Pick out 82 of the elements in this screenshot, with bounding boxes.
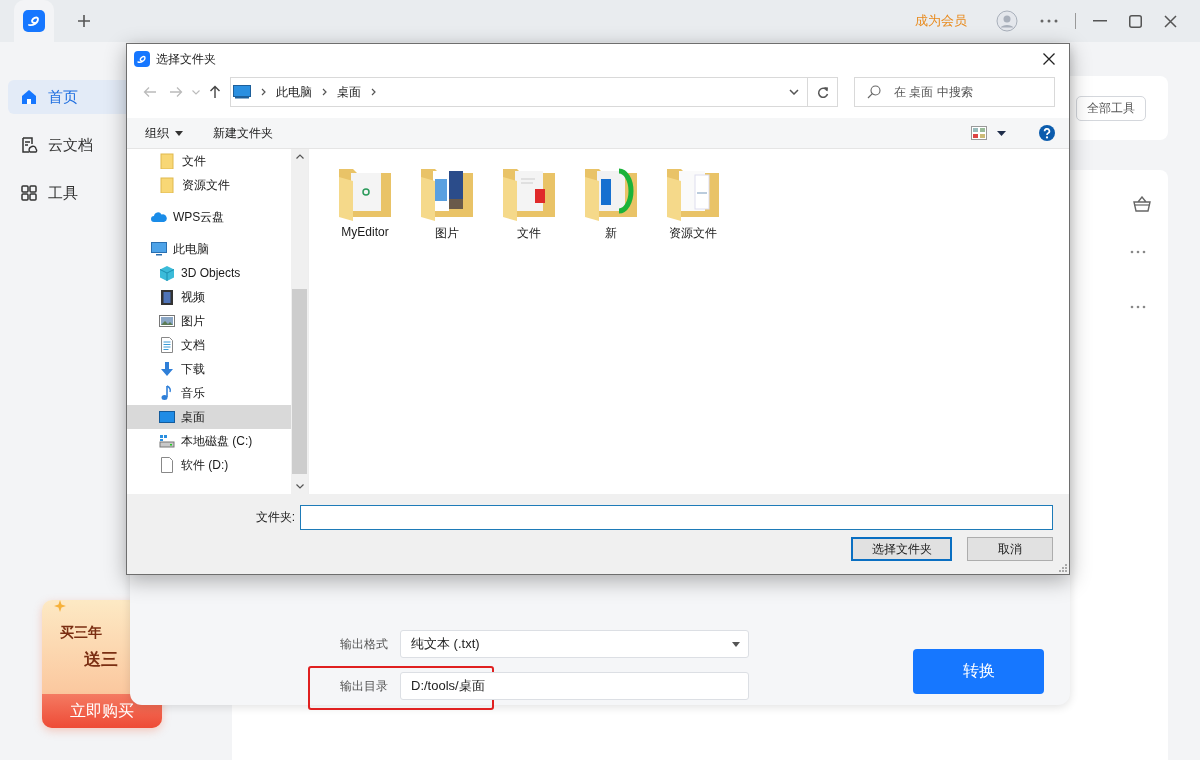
cloud-icon xyxy=(151,209,167,225)
chevron-right-icon xyxy=(322,88,327,96)
nav-tree-item[interactable]: 桌面 xyxy=(127,405,291,429)
minimize-icon[interactable] xyxy=(1093,20,1107,22)
dropdown-caret-icon[interactable] xyxy=(997,130,1006,136)
select-folder-button[interactable]: 选择文件夹 xyxy=(851,537,952,561)
dialog-title: 选择文件夹 xyxy=(156,50,216,68)
document-icon xyxy=(159,337,175,353)
output-path-field[interactable]: D:/tools/桌面 xyxy=(400,672,749,700)
resize-grip-icon xyxy=(1059,564,1067,572)
field-label: 输出目录 xyxy=(339,677,388,695)
field-label: 输出格式 xyxy=(339,635,388,653)
folder-label: 文件夹: xyxy=(254,509,295,526)
all-tools-button[interactable]: 全部工具 xyxy=(1076,95,1146,121)
nav-tree-item[interactable]: 软件 (D:) xyxy=(127,453,291,477)
close-icon[interactable] xyxy=(1043,53,1055,65)
folder-icon xyxy=(160,153,176,169)
monitor-icon xyxy=(159,409,175,425)
promo-text: 送三 xyxy=(84,649,119,671)
chevron-right-icon xyxy=(261,88,266,96)
address-bar[interactable]: 此电脑 桌面 xyxy=(230,77,808,107)
dropdown-caret-icon xyxy=(175,130,183,136)
view-options-icon[interactable] xyxy=(971,126,987,140)
up-arrow-icon[interactable] xyxy=(209,85,221,99)
folder-item[interactable]: 新 xyxy=(580,163,642,242)
scroll-up-icon xyxy=(295,154,304,159)
cube-icon xyxy=(159,265,175,281)
cloud-document-icon xyxy=(20,136,38,154)
chevron-right-icon xyxy=(371,88,376,96)
refresh-button[interactable] xyxy=(808,77,838,107)
nav-tree-item[interactable]: 文件 xyxy=(127,149,291,173)
more-icon[interactable] xyxy=(1130,250,1146,254)
picture-icon xyxy=(159,313,175,329)
folder-item[interactable]: 图片 xyxy=(416,163,478,242)
scrollbar[interactable] xyxy=(291,149,308,494)
monitor-icon xyxy=(233,85,251,99)
blank-page-icon xyxy=(159,457,175,473)
breadcrumb-item[interactable]: 桌面 xyxy=(337,83,361,101)
new-folder-button[interactable]: 新建文件夹 xyxy=(207,124,279,142)
nav-tree-item[interactable]: 下载 xyxy=(127,357,291,381)
nav-tree-item[interactable]: 此电脑 xyxy=(127,237,291,261)
app-tab[interactable] xyxy=(14,0,54,42)
organize-menu[interactable]: 组织 xyxy=(139,124,189,142)
film-icon xyxy=(159,289,175,305)
nav-tree-item[interactable]: 图片 xyxy=(127,309,291,333)
search-icon xyxy=(867,85,881,99)
promo-text: 买三年 xyxy=(60,624,103,642)
scroll-down-icon xyxy=(295,484,304,489)
sparkle-icon xyxy=(54,600,66,612)
nav-tree-item[interactable]: 视频 xyxy=(127,285,291,309)
folder-name-field[interactable] xyxy=(300,505,1053,530)
folder-icon xyxy=(160,177,176,193)
more-icon[interactable] xyxy=(1130,305,1146,309)
nav-tree-item[interactable]: 本地磁盘 (C:) xyxy=(127,429,291,453)
refresh-icon xyxy=(816,85,829,99)
drive-icon xyxy=(159,433,175,449)
help-icon[interactable] xyxy=(1039,125,1055,141)
folder-item[interactable]: MyEditor xyxy=(334,163,396,239)
app-logo-icon xyxy=(134,51,150,67)
dropdown-caret-icon xyxy=(732,641,740,647)
basket-icon[interactable] xyxy=(1133,196,1151,212)
monitor-icon xyxy=(151,241,167,257)
folder-item[interactable]: 文件 xyxy=(498,163,560,242)
chevron-down-icon[interactable] xyxy=(789,89,799,95)
home-icon xyxy=(20,88,38,106)
breadcrumb-item[interactable]: 此电脑 xyxy=(276,83,312,101)
app-logo-icon xyxy=(23,10,45,32)
down-arrow-icon xyxy=(159,361,175,377)
maximize-icon[interactable] xyxy=(1129,14,1142,28)
scrollbar-thumb[interactable] xyxy=(292,289,307,474)
nav-tree-item[interactable]: 文档 xyxy=(127,333,291,357)
format-select[interactable]: 纯文本 (.txt) xyxy=(400,630,749,658)
grid-icon xyxy=(20,184,38,202)
convert-button[interactable]: 转换 xyxy=(913,648,1044,694)
folder-item[interactable]: 资源文件 xyxy=(662,163,724,242)
cancel-button[interactable]: 取消 xyxy=(967,537,1053,561)
more-icon[interactable] xyxy=(1040,19,1058,23)
nav-tree-item[interactable]: 3D Objects xyxy=(127,261,291,285)
plus-icon[interactable] xyxy=(77,14,91,28)
nav-tree-item[interactable]: 音乐 xyxy=(127,381,291,405)
close-icon[interactable] xyxy=(1164,14,1177,28)
search-field[interactable]: 在 桌面 中搜索 xyxy=(854,77,1055,107)
